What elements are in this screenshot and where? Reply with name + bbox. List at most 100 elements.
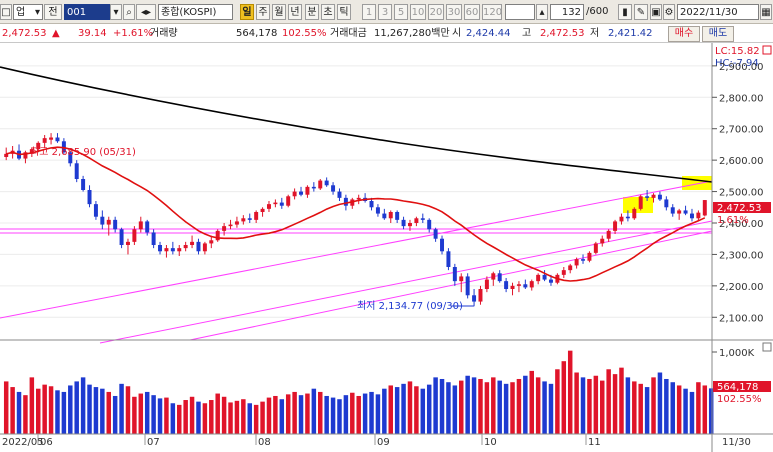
volume-bar (221, 396, 227, 434)
interval-button-120[interactable]: 120 (482, 4, 502, 20)
volume-bar (93, 387, 99, 434)
speaker-icon[interactable]: ◂▸ (136, 4, 156, 20)
candle (574, 259, 579, 266)
price-axis-tick: 2,600.00 (719, 156, 764, 167)
code-dropdown-button[interactable]: ▾ (110, 4, 122, 20)
candle (125, 241, 130, 245)
period-button-week[interactable]: 주 (256, 4, 270, 20)
candle (318, 180, 323, 189)
market-select[interactable]: 업 ▾ (13, 4, 43, 20)
interval-button-30[interactable]: 30 (446, 4, 462, 20)
interval-button-60[interactable]: 60 (464, 4, 480, 20)
candle (459, 276, 464, 282)
price-tick-labels: 2,900.00 2,800.00 2,700.00 2,600.00 2,500.00… (712, 62, 764, 324)
high-label: 고 (522, 28, 532, 39)
candle (331, 185, 336, 192)
candle (106, 219, 111, 225)
candle (209, 240, 214, 244)
candle (440, 238, 445, 252)
candle (465, 276, 470, 296)
candle (670, 207, 675, 214)
amount-label: 거래대금 (330, 28, 367, 39)
period-button-day[interactable]: 일 (240, 4, 254, 20)
candle (49, 137, 54, 140)
volume-bar (491, 377, 496, 434)
interval-button-3[interactable]: 3 (378, 4, 392, 20)
panel-toggle-button[interactable]: □ (0, 4, 12, 20)
candle (619, 216, 624, 222)
search-icon[interactable]: ⌕ (123, 4, 135, 20)
volume-bar (318, 391, 323, 434)
price-axis-tick: 2,200.00 (719, 282, 764, 293)
code-input[interactable]: 001 (64, 4, 110, 20)
pane-close-icon[interactable] (762, 45, 772, 55)
volume-bar (574, 372, 579, 434)
volume-bar (234, 400, 240, 434)
x-label-10: 10 (484, 437, 497, 448)
volume-bar (100, 388, 105, 434)
volume-label: 거래량 (150, 28, 178, 39)
candle (228, 224, 233, 227)
save-icon[interactable]: ▣ (650, 4, 662, 20)
volume-bar (394, 387, 400, 434)
volume-bar (484, 382, 490, 434)
candle (356, 197, 361, 200)
candle (254, 212, 259, 220)
volume-bar (433, 377, 438, 434)
candle (164, 248, 169, 252)
volume-bar (619, 367, 624, 434)
candle (337, 191, 342, 198)
period-button-second[interactable]: 초 (321, 4, 335, 20)
period-button-year[interactable]: 년 (288, 4, 302, 20)
volume-bar (676, 385, 682, 434)
volume-bar (23, 395, 28, 434)
volume-bar (215, 393, 220, 434)
date-input[interactable]: 2022/11/30 (677, 4, 759, 20)
volume-bar (170, 403, 176, 434)
interval-button-1[interactable]: 1 (362, 4, 376, 20)
price-axis-tick: 2,700.00 (719, 125, 764, 136)
candle (657, 194, 662, 200)
volume-bar (80, 377, 86, 434)
calendar-icon[interactable]: ▦ (760, 4, 772, 20)
candle (516, 284, 521, 286)
volume-pane-close-icon[interactable] (762, 342, 772, 352)
candle (190, 241, 195, 245)
volume-bar (587, 378, 592, 434)
volume-bar (292, 391, 297, 434)
candle (177, 248, 182, 252)
interval-spin-button[interactable]: ▴ (536, 4, 548, 20)
interval-button-10[interactable]: 10 (410, 4, 426, 20)
gear-icon[interactable]: ⚙ (663, 4, 675, 20)
tool-icon[interactable]: ✎ (634, 4, 648, 20)
interval-button-20[interactable]: 20 (428, 4, 444, 20)
interval-custom-input[interactable] (505, 4, 535, 20)
candle-icon[interactable]: ▮ (618, 4, 632, 20)
x-label-2022-05: 2022/05 (2, 437, 44, 448)
period-button-month[interactable]: 월 (272, 4, 286, 20)
interval-button-5[interactable]: 5 (394, 4, 408, 20)
x-label-09: 09 (377, 437, 390, 448)
period-button-minute[interactable]: 분 (305, 4, 319, 20)
candle (170, 248, 175, 252)
volume-bar (664, 378, 669, 434)
volume-bar (273, 395, 278, 434)
buy-button[interactable]: 매수 (668, 26, 700, 42)
price-axis-tick: 2,900.00 (719, 62, 764, 73)
volume-bar (497, 380, 502, 434)
open-value: 2,424.44 (466, 28, 511, 39)
volume-bar (516, 378, 522, 434)
price-axis-tick: 2,100.00 (719, 313, 764, 324)
sell-button[interactable]: 매도 (702, 26, 734, 42)
volume-bar (209, 400, 214, 434)
highlight-box (682, 176, 712, 190)
candle (241, 218, 246, 222)
candle (343, 197, 348, 206)
period-button-tick[interactable]: 틱 (337, 4, 351, 20)
count-input[interactable]: 132 (550, 4, 584, 20)
chart-area[interactable]: LC:15.82 HC:-7.94 2,900.002,800.002,700.… (0, 43, 773, 452)
candle (645, 196, 650, 198)
volume-bar (125, 386, 131, 434)
current-price-tag-label: 2,472.53 (717, 203, 762, 214)
price-change-pct: +1.61% (113, 28, 154, 39)
